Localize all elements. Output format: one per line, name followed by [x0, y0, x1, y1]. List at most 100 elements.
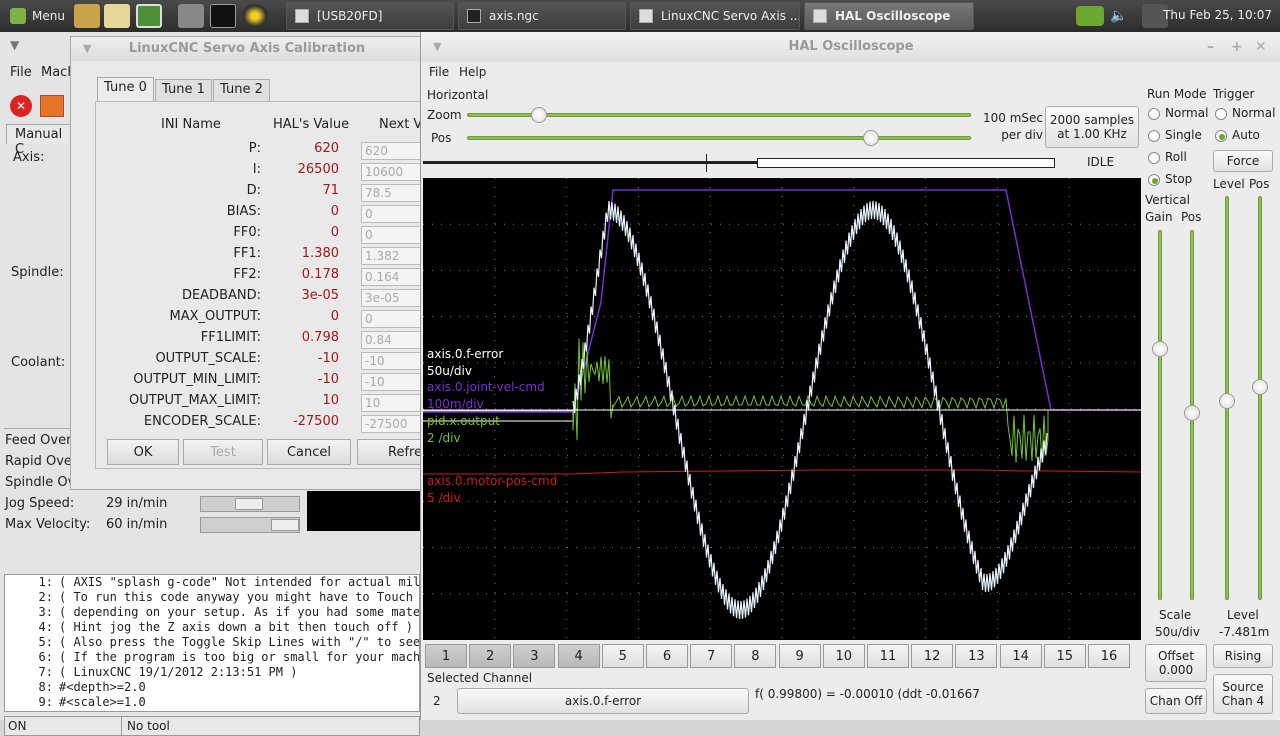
window-menu-icon[interactable]: ▼	[10, 38, 19, 52]
screen-launcher-icon[interactable]	[136, 4, 162, 28]
param-next-value-input[interactable]: 10600	[361, 163, 423, 181]
param-next-value-input[interactable]: -27500	[361, 415, 423, 433]
trigger-normal-label[interactable]: Normal	[1232, 106, 1275, 120]
vertical-pos-slider-knob[interactable]	[1184, 405, 1200, 421]
trigger-pos-slider-knob[interactable]	[1252, 379, 1268, 395]
webcam-launcher-icon[interactable]	[242, 4, 268, 28]
gcode-listing[interactable]: 1: ( AXIS "splash g-code" Not intended fo…	[4, 574, 420, 712]
trigger-level-slider[interactable]	[1219, 196, 1235, 600]
param-next-value-input[interactable]: 1.382	[361, 247, 423, 265]
gcode-line[interactable]: 8: #<depth>=2.0	[5, 680, 419, 695]
menu-button[interactable]: Menu	[4, 4, 71, 28]
shield-check-icon[interactable]	[1076, 6, 1104, 26]
run-mode-stop-label[interactable]: Stop	[1165, 172, 1192, 186]
run-mode-normal-radio[interactable]	[1148, 108, 1160, 120]
vertical-pos-slider[interactable]	[1184, 230, 1200, 600]
volume-icon[interactable]: 🔈	[1110, 8, 1132, 24]
zoom-slider-knob[interactable]	[531, 107, 548, 123]
trigger-auto-radio[interactable]	[1215, 130, 1227, 142]
window-menu-icon[interactable]: ▼	[433, 32, 441, 62]
trigger-level-slider-knob[interactable]	[1219, 393, 1235, 409]
display-window-indicator[interactable]	[757, 158, 1055, 168]
param-next-value-input[interactable]: -10	[361, 352, 423, 370]
tab-manual-control[interactable]: Manual C	[6, 124, 72, 157]
channel-button-2[interactable]: 2	[469, 644, 512, 668]
terminal-launcher-icon[interactable]	[210, 4, 236, 28]
offset-button[interactable]: Offset 0.000	[1145, 644, 1207, 682]
trigger-auto-label[interactable]: Auto	[1232, 128, 1260, 142]
tab-tune-2[interactable]: Tune 2	[213, 79, 270, 101]
gcode-line[interactable]: 4: ( Hint jog the Z axis down a bit then …	[5, 620, 419, 635]
rising-button[interactable]: Rising	[1213, 644, 1273, 668]
channel-button-4[interactable]: 4	[557, 644, 600, 668]
channel-button-10[interactable]: 10	[822, 644, 865, 668]
max-velocity-slider[interactable]	[200, 517, 300, 533]
force-button[interactable]: Force	[1213, 150, 1273, 172]
channel-button-7[interactable]: 7	[690, 644, 733, 668]
gcode-line[interactable]: 2: ( To run this code anyway you might ha…	[5, 590, 419, 605]
maximize-icon[interactable]: +	[1231, 32, 1243, 62]
estop-icon[interactable]: ✕	[10, 95, 32, 117]
channel-button-1[interactable]: 1	[425, 644, 467, 668]
samples-button[interactable]: 2000 samples at 1.00 KHz	[1045, 106, 1139, 148]
text-editor-launcher-icon[interactable]	[104, 4, 130, 28]
channel-button-6[interactable]: 6	[646, 644, 688, 668]
refresh-button[interactable]: Refre	[357, 439, 427, 465]
gcode-line[interactable]: 9: #<scale>=1.0	[5, 695, 419, 710]
tux-launcher-icon[interactable]	[74, 4, 100, 28]
window-menu-icon[interactable]: ▼	[83, 37, 91, 61]
gcode-line[interactable]: 3: ( depending on your setup. As if you h…	[5, 605, 419, 620]
scope-plot[interactable]: axis.0.f-error 50u/div axis.0.joint-vel-…	[423, 178, 1142, 640]
trigger-normal-radio[interactable]	[1215, 108, 1227, 120]
gain-slider-knob[interactable]	[1152, 341, 1168, 357]
minimize-icon[interactable]: –	[1207, 32, 1214, 62]
param-next-value-input[interactable]: -10	[361, 373, 423, 391]
tab-tune-1[interactable]: Tune 1	[155, 79, 212, 101]
close-icon[interactable]: ✕	[1255, 32, 1267, 62]
gcode-line[interactable]: 5: ( Also press the Toggle Skip Lines wit…	[5, 635, 419, 650]
channel-button-16[interactable]: 16	[1088, 644, 1130, 668]
tab-tune-0[interactable]: Tune 0	[97, 77, 154, 101]
param-next-value-input[interactable]: 0.84	[361, 331, 423, 349]
jog-speed-slider[interactable]	[200, 496, 300, 512]
channel-button-5[interactable]: 5	[601, 644, 644, 668]
source-button[interactable]: Source Chan 4	[1213, 674, 1273, 714]
task-usb[interactable]: [USB20FD]	[286, 2, 454, 30]
param-next-value-input[interactable]: 0	[361, 226, 423, 244]
max-velocity-slider-knob[interactable]	[271, 519, 299, 531]
param-next-value-input[interactable]: 3e-05	[361, 289, 423, 307]
gcode-line[interactable]: 6: ( If the program is too big or small f…	[5, 650, 419, 665]
task-hal-oscilloscope[interactable]: HAL Oscilloscope	[804, 2, 974, 30]
menu-file[interactable]: File	[10, 65, 32, 80]
channel-button-14[interactable]: 14	[999, 644, 1042, 668]
param-next-value-input[interactable]: 10	[361, 394, 423, 412]
param-next-value-input[interactable]: 78.5	[361, 184, 423, 202]
run-mode-single-label[interactable]: Single	[1165, 128, 1202, 142]
channel-button-12[interactable]: 12	[911, 644, 954, 668]
zoom-slider[interactable]	[467, 107, 971, 123]
ok-button[interactable]: OK	[107, 439, 179, 465]
run-mode-stop-radio[interactable]	[1148, 174, 1160, 186]
channel-button-3[interactable]: 3	[513, 644, 556, 668]
run-mode-roll-radio[interactable]	[1148, 152, 1160, 164]
channel-button-13[interactable]: 13	[955, 644, 998, 668]
jog-speed-slider-knob[interactable]	[235, 498, 263, 510]
task-servo-calibration[interactable]: LinuxCNC Servo Axis ...	[630, 2, 800, 30]
channel-button-9[interactable]: 9	[778, 644, 821, 668]
task-axis-ngc[interactable]: axis.ngc	[458, 2, 626, 30]
gcode-line[interactable]: 1: ( AXIS "splash g-code" Not intended fo…	[5, 575, 419, 590]
files-launcher-icon[interactable]	[178, 4, 204, 28]
channel-button-8[interactable]: 8	[734, 644, 777, 668]
param-next-value-input[interactable]: 0.164	[361, 268, 423, 286]
gcode-line[interactable]: 7: ( LinuxCNC 19/1/2012 2:13:51 PM )	[5, 665, 419, 680]
horizontal-pos-slider-knob[interactable]	[863, 130, 880, 146]
param-next-value-input[interactable]: 620	[361, 142, 423, 160]
run-mode-normal-label[interactable]: Normal	[1165, 106, 1208, 120]
chan-off-button[interactable]: Chan Off	[1145, 688, 1207, 714]
run-mode-single-radio[interactable]	[1148, 130, 1160, 142]
channel-button-15[interactable]: 15	[1043, 644, 1086, 668]
param-next-value-input[interactable]: 0	[361, 205, 423, 223]
cancel-button[interactable]: Cancel	[267, 439, 351, 465]
horizontal-pos-slider[interactable]	[467, 130, 971, 146]
selected-channel-name-button[interactable]: axis.0.f-error	[457, 688, 749, 714]
